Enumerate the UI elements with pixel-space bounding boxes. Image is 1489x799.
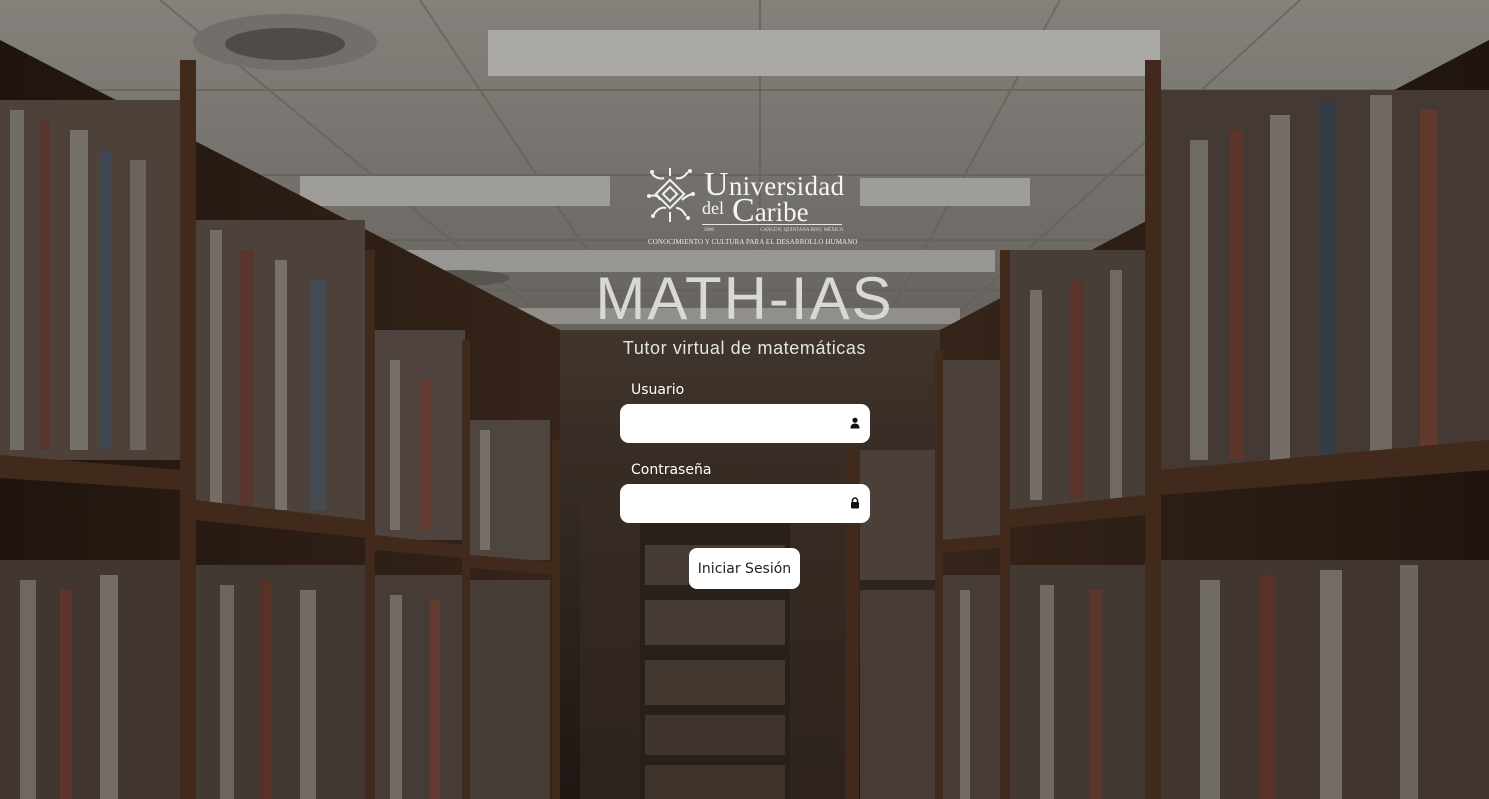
- user-icon: [850, 417, 860, 429]
- logo-small-print: 2000 CANCÚN, QUINTANA ROO, MÉXICO: [704, 228, 843, 233]
- password-field[interactable]: [620, 484, 870, 523]
- login-button[interactable]: Iniciar Sesión: [689, 548, 800, 589]
- app-title: MATH-IAS: [595, 265, 894, 332]
- logo-divider: [702, 224, 842, 225]
- lock-icon: [851, 497, 859, 509]
- username-label: Usuario: [631, 382, 685, 398]
- logo-motto: CONOCIMIENTO Y CULTURA PARA EL DESARROLL…: [648, 238, 858, 246]
- password-label: Contraseña: [631, 462, 712, 478]
- username-input[interactable]: [630, 404, 840, 443]
- logo-word-del: del: [702, 198, 724, 218]
- logo-location: CANCÚN, QUINTANA ROO, MÉXICO: [760, 228, 844, 233]
- university-emblem-icon: [647, 168, 695, 222]
- login-screen: Universidad del Caribe 2000 CANCÚN, QUIN…: [0, 0, 1489, 799]
- universidad-del-caribe-logo: Universidad del Caribe 2000 CANCÚN, QUIN…: [646, 164, 857, 248]
- password-input[interactable]: [630, 484, 840, 523]
- app-subtitle: Tutor virtual de matemáticas: [622, 338, 867, 358]
- logo-year: 2000: [704, 228, 714, 233]
- login-panel: Universidad del Caribe 2000 CANCÚN, QUIN…: [0, 0, 1489, 799]
- username-field[interactable]: [620, 404, 870, 443]
